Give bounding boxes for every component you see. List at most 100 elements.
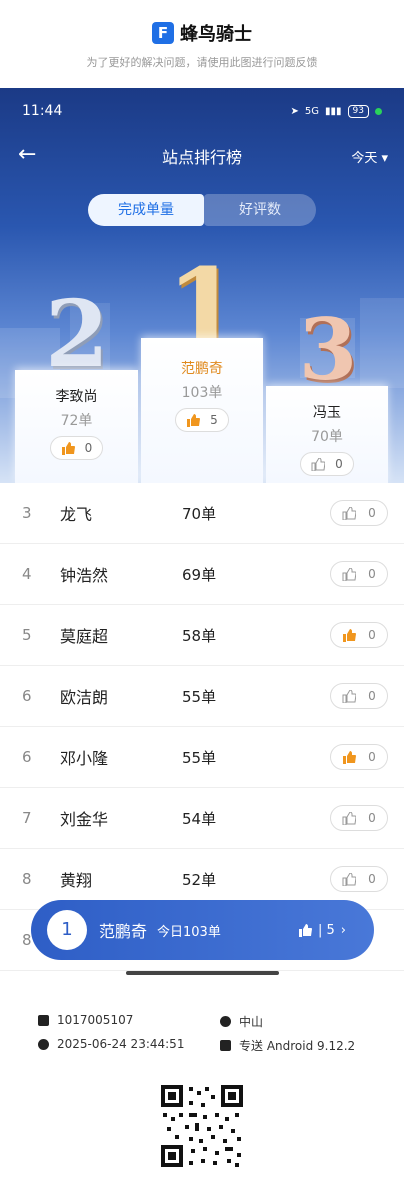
my-likes: | 5 › xyxy=(298,923,346,938)
list-item: 5 莫庭超 58单 0 xyxy=(0,605,404,666)
footer-datetime: 2025-06-24 23:44:51 xyxy=(38,1037,184,1051)
podium-count: 72单 xyxy=(60,413,93,429)
podium-name: 范鹏奇 xyxy=(181,361,223,377)
like-count: 0 xyxy=(84,441,93,455)
app-version-value: 专送 Android 9.12.2 xyxy=(239,1039,356,1053)
like-button[interactable]: 0 xyxy=(330,622,388,648)
brand-name: 蜂鸟骑士 xyxy=(180,24,252,45)
footer-id: 1017005107 xyxy=(38,1013,133,1027)
thumbs-up-icon xyxy=(342,567,357,581)
like-button[interactable]: 0 xyxy=(330,683,388,709)
like-count: 0 xyxy=(368,628,376,642)
city-value: 中山 xyxy=(239,1015,264,1029)
row-name: 欧洁朗 xyxy=(60,688,109,707)
status-bar: 11:44 ➤ 5G ▮▮▮ 93 xyxy=(0,88,404,134)
row-rank: 4 xyxy=(22,565,32,583)
like-count: 0 xyxy=(368,689,376,703)
location-pin-icon xyxy=(220,1016,231,1027)
brand-logo-icon: F xyxy=(152,22,174,44)
id-value: 1017005107 xyxy=(57,1013,134,1027)
datetime-value: 2025-06-24 23:44:51 xyxy=(57,1037,185,1051)
network-label: 5G xyxy=(304,105,320,117)
thumbs-up-icon xyxy=(343,750,357,764)
row-name: 莫庭超 xyxy=(60,627,109,646)
row-count: 58单 xyxy=(182,626,217,645)
podium-name: 李致尚 xyxy=(55,389,98,405)
home-indicator xyxy=(126,971,279,975)
like-count: 0 xyxy=(368,872,376,886)
row-name: 黄翔 xyxy=(60,871,93,890)
footer-city: 中山 xyxy=(220,1013,263,1030)
row-name: 钟浩然 xyxy=(60,566,109,585)
status-time: 11:44 xyxy=(22,103,63,119)
podium-second: 李致尚 72单 0 xyxy=(15,370,138,483)
back-arrow-icon[interactable]: ← xyxy=(18,142,36,167)
row-count: 55单 xyxy=(182,748,217,767)
qr-code-icon xyxy=(159,1083,245,1169)
like-button[interactable]: 0 xyxy=(330,561,388,587)
list-item: 4 钟浩然 69单 0 xyxy=(0,544,404,605)
list-item: 6 邓小隆 55单 0 xyxy=(0,727,404,788)
green-dot-icon xyxy=(375,107,382,115)
brand-header: F 蜂鸟骑士 为了更好的解决问题，请使用此图进行问题反馈 xyxy=(0,0,404,88)
podium-name: 冯玉 xyxy=(313,405,341,421)
date-range-dropdown[interactable]: 今天 ▾ xyxy=(351,147,388,166)
row-name: 邓小隆 xyxy=(60,749,109,768)
brand-subtitle: 为了更好的解决问题，请使用此图进行问题反馈 xyxy=(86,56,318,69)
list-item: 3 龙飞 70单 0 xyxy=(0,483,404,544)
podium-first: 范鹏奇 103单 5 xyxy=(141,338,263,483)
footer-info: 1017005107 中山 2025-06-24 23:44:51 专送 And… xyxy=(0,1005,404,1200)
like-button[interactable]: 0 xyxy=(330,500,388,526)
podium-count: 70单 xyxy=(311,429,343,445)
tab-good-reviews[interactable]: 好评数 xyxy=(204,194,316,226)
row-name: 龙飞 xyxy=(60,505,93,524)
thumbs-up-icon xyxy=(343,628,357,642)
list-item: 7 刘金华 54单 0 xyxy=(0,788,404,849)
row-count: 69单 xyxy=(182,565,217,584)
like-button[interactable]: 0 xyxy=(49,436,104,460)
like-count: 5 xyxy=(210,413,218,427)
tab-completed-orders[interactable]: 完成单量 xyxy=(88,194,204,226)
list-item: 6 欧洁朗 55单 0 xyxy=(0,666,404,727)
id-icon xyxy=(38,1014,49,1026)
row-count: 52单 xyxy=(182,870,217,889)
like-button[interactable]: 0 xyxy=(330,866,388,892)
like-button[interactable]: 0 xyxy=(300,452,354,476)
row-count: 54单 xyxy=(182,809,217,828)
row-rank: 3 xyxy=(22,504,32,522)
my-rank-number: 1 xyxy=(47,910,87,950)
podium-third: 冯玉 70单 0 xyxy=(266,386,388,483)
page-title: 站点排行榜 xyxy=(161,148,242,167)
thumbs-up-icon xyxy=(342,872,357,886)
my-rank-bar[interactable]: 1 范鹏奇 今日103单 | 5 › xyxy=(31,900,374,960)
thumbs-up-icon xyxy=(342,811,357,825)
like-count: 0 xyxy=(368,567,376,581)
like-button[interactable]: 0 xyxy=(330,805,388,831)
like-button[interactable]: 0 xyxy=(330,744,388,770)
row-rank: 6 xyxy=(22,748,32,766)
place-3-number: 3 xyxy=(298,300,358,399)
ranking-list: 3 龙飞 70单 0 4 钟浩然 69单 0 5 莫庭超 58单 0 6 欧洁朗… xyxy=(0,483,404,971)
status-icons: ➤ 5G ▮▮▮ 93 xyxy=(290,104,382,118)
thumbs-up-icon xyxy=(299,923,312,937)
like-count: 0 xyxy=(368,750,376,764)
footer-app: 专送 Android 9.12.2 xyxy=(220,1037,355,1054)
row-count: 70单 xyxy=(182,504,217,523)
like-button[interactable]: 5 xyxy=(175,408,229,432)
like-count: 0 xyxy=(335,457,343,471)
signal-icon: ▮▮▮ xyxy=(325,105,342,117)
nav-bar: ← 站点排行榜 今天 ▾ xyxy=(0,134,404,178)
ranking-tabs: 完成单量 好评数 xyxy=(88,194,316,226)
my-name: 范鹏奇 xyxy=(99,922,148,941)
row-rank: 7 xyxy=(22,809,32,827)
location-icon: ➤ xyxy=(290,105,299,117)
like-count: 0 xyxy=(368,506,376,520)
chevron-right-icon: › xyxy=(340,922,346,938)
thumbs-up-icon xyxy=(342,506,357,520)
app-screen: 11:44 ➤ 5G ▮▮▮ 93 ← 站点排行榜 今天 ▾ 完成单量 好评数 … xyxy=(0,88,404,980)
row-rank: 5 xyxy=(22,626,32,644)
thumbs-up-icon xyxy=(311,457,326,471)
row-count: 55单 xyxy=(182,687,217,706)
podium-count: 103单 xyxy=(181,385,223,401)
thumbs-up-icon xyxy=(187,413,201,427)
